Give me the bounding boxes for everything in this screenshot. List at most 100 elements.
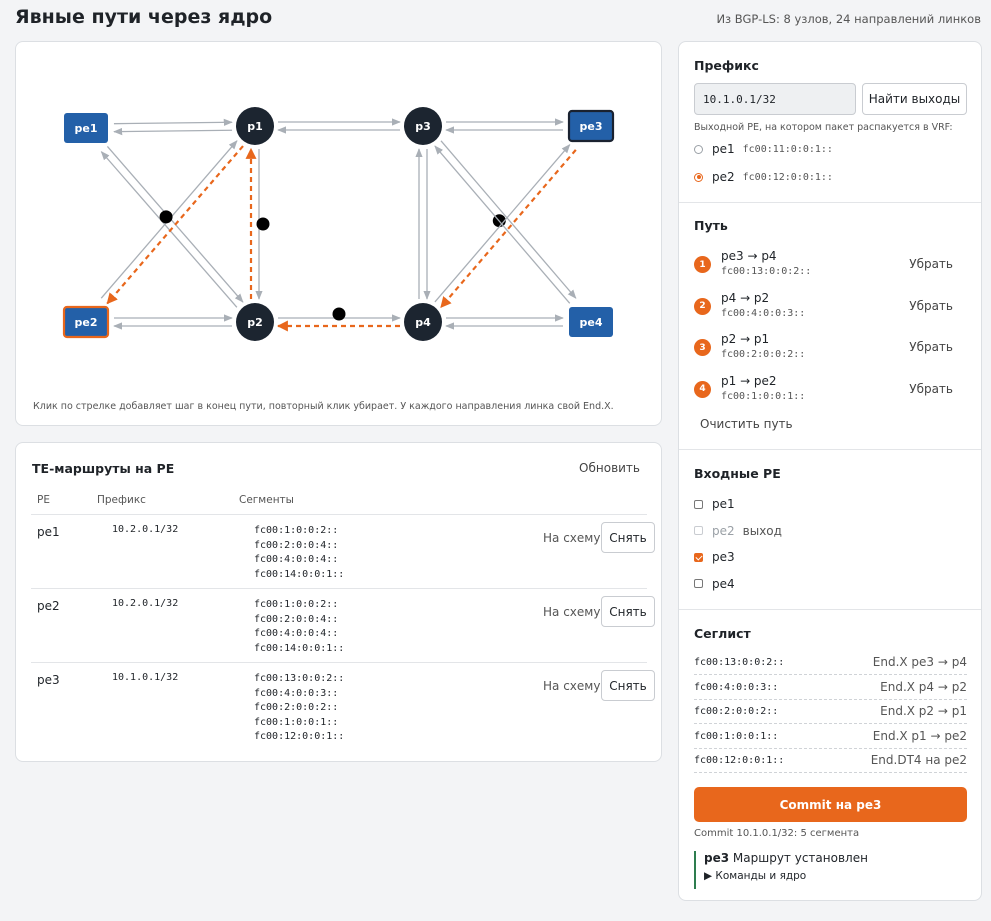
node-pe3[interactable]: pe3	[567, 109, 615, 143]
step-sid: fc00:1:0:0:1::	[721, 390, 806, 402]
exit-option-pe2[interactable]: pe2 fc00:12:0:0:1::	[694, 170, 833, 184]
segment-sid: fc00:14:0:0:1::	[254, 642, 345, 654]
node-label: p2	[247, 316, 263, 329]
to-scheme-link[interactable]: На схему	[543, 605, 600, 619]
route-segments: fc00:1:0:0:2:: fc00:2:0:0:4:: fc00:4:0:0:4…	[254, 598, 344, 656]
seglist-sid: fc00:4:0:0:3::	[694, 681, 779, 693]
seglist-sid: fc00:12:0:0:1::	[694, 755, 785, 766]
link-arrow-pe1-p1[interactable]	[113, 118, 233, 127]
commit-summary: Commit 10.1.0.1/32: 5 сегмента	[694, 828, 860, 839]
link-arrow-pe3-p4[interactable]	[440, 149, 577, 308]
step-number-badge: 3	[694, 339, 711, 356]
seglist-desc: End.X p1 → pe2	[872, 728, 967, 743]
route-segments: fc00:1:0:0:2:: fc00:2:0:0:4:: fc00:4:0:0:4…	[254, 524, 344, 582]
link-arrow-p1-pe1[interactable]	[113, 127, 233, 136]
status-node: pe3	[704, 851, 730, 865]
te-routes-card: TE-маршруты на PE Обновить PE Префикс Се…	[15, 442, 662, 762]
step-number-badge: 4	[694, 380, 711, 398]
details-label: Команды и ядро	[715, 870, 807, 882]
remove-route-button[interactable]: Снять	[601, 522, 655, 553]
remove-step-link[interactable]: Убрать	[909, 382, 953, 396]
segment-sid: fc00:4:0:0:4::	[254, 554, 339, 565]
to-scheme-link[interactable]: На схему	[543, 531, 600, 545]
node-p2[interactable]: p2	[236, 303, 274, 341]
ingress-option-pe4[interactable]: pe4	[694, 577, 735, 591]
routes-title: TE-маршруты на PE	[32, 461, 175, 476]
segment-sid: fc00:4:0:0:4::	[254, 628, 339, 639]
step-marker-p4-p2	[332, 307, 346, 321]
route-row: pe1 10.2.0.1/32 fc00:1:0:0:2:: fc00:2:0:0:4…	[31, 514, 655, 588]
remove-step-link[interactable]: Убрать	[909, 257, 953, 271]
refresh-link[interactable]: Обновить	[579, 461, 640, 475]
status-text: Маршрут установлен	[732, 851, 868, 865]
seglist-desc: End.X p2 → p1	[880, 704, 967, 718]
segment-sid: fc00:1:0:0:2::	[254, 599, 339, 610]
step-hop: p1 → pe2	[721, 373, 777, 388]
ingress-name: pe3	[712, 550, 735, 564]
step-number-badge: 1	[694, 256, 711, 273]
segment-sid: fc00:13:0:0:2::	[254, 673, 345, 684]
node-pe4[interactable]: pe4	[569, 307, 613, 337]
ingress-option-pe3[interactable]: pe3	[694, 550, 735, 564]
seglist-desc: End.DT4 на pe2	[870, 753, 967, 767]
segment-sid: fc00:12:0:0:1::	[254, 731, 345, 742]
radio-button[interactable]	[694, 172, 703, 182]
node-p4[interactable]: p4	[404, 303, 442, 341]
status-box: pe3 Маршрут установлен ▶ Команды и ядро	[694, 851, 967, 889]
path-step: 2 p4 → p2 fc00:4:0:0:3:: Убрать	[694, 291, 968, 327]
remove-route-button[interactable]: Снять	[601, 670, 655, 701]
ingress-title: Входные PE	[694, 466, 781, 481]
segment-sid: fc00:2:0:0:4::	[254, 539, 339, 551]
details-toggle[interactable]: ▶ Команды и ядро	[704, 870, 967, 882]
node-pe2[interactable]: pe2	[62, 305, 110, 339]
route-prefix: 10.2.0.1/32	[112, 524, 179, 535]
node-p3[interactable]: p3	[404, 107, 442, 145]
step-sid: fc00:13:0:0:2::	[721, 266, 812, 277]
remove-step-link[interactable]: Убрать	[909, 340, 953, 354]
step-sid: fc00:2:0:0:2::	[721, 349, 806, 360]
segment-sid: fc00:4:0:0:3::	[254, 687, 339, 699]
step-hop: pe3 → p4	[721, 249, 777, 263]
clear-path-link[interactable]: Очистить путь	[700, 417, 793, 431]
seglist-desc: End.X p4 → p2	[880, 679, 967, 694]
ingress-name: pe4	[712, 576, 735, 591]
segment-sid: fc00:2:0:0:4::	[254, 613, 339, 625]
exit-name: pe2	[712, 170, 735, 184]
topology-graph[interactable]: pe1 p1 p3 pe3 pe2 p2 p4 pe4	[16, 42, 661, 397]
seglist-sid: fc00:13:0:0:2::	[694, 657, 785, 668]
node-label: pe1	[75, 122, 98, 135]
remove-route-button[interactable]: Снять	[601, 596, 655, 627]
exit-option-pe1[interactable]: pe1 fc00:11:0:0:1::	[694, 142, 833, 156]
step-hop: p2 → p1	[721, 332, 770, 346]
path-step: 1 pe3 → p4fc00:13:0:0:2:: Убрать	[694, 249, 968, 285]
seglist-row: fc00:13:0:0:2:: End.X pe3 → p4	[694, 651, 967, 675]
node-label: p1	[247, 120, 263, 133]
exit-hint: Выходной PE, на котором пакет распакуетс…	[694, 122, 953, 133]
segment-sid: fc00:1:0:0:2::	[254, 525, 339, 536]
to-scheme-link[interactable]: На схему	[543, 679, 600, 693]
link-arrow-pe4-p3[interactable]	[434, 145, 571, 304]
prefix-input[interactable]	[694, 83, 856, 115]
step-marker-p2-p1	[256, 217, 270, 231]
node-pe1[interactable]: pe1	[64, 113, 108, 143]
checkbox[interactable]	[694, 552, 703, 562]
ingress-option-pe1[interactable]: pe1	[694, 497, 735, 511]
topology-card: pe1 p1 p3 pe3 pe2 p2 p4 pe4 Клик по стрелке доб…	[15, 41, 662, 426]
step-hop: p4 → p2	[721, 290, 770, 305]
link-arrow-p3-pe4[interactable]	[440, 140, 577, 299]
node-label: p4	[415, 316, 431, 329]
node-p1[interactable]: p1	[236, 107, 274, 145]
path-step: 4 p1 → pe2fc00:1:0:0:1:: Убрать	[694, 374, 968, 410]
triangle-right-icon: ▶	[704, 870, 713, 882]
remove-step-link[interactable]: Убрать	[909, 299, 953, 313]
checkbox[interactable]	[694, 579, 703, 588]
checkbox[interactable]	[694, 499, 703, 509]
find-exits-button[interactable]: Найти выходы	[862, 83, 967, 115]
route-pe: pe1	[37, 525, 60, 539]
link-arrow-p4-pe3[interactable]	[434, 143, 571, 303]
checkbox	[694, 526, 703, 535]
column-header-pe: PE	[37, 494, 50, 506]
radio-button[interactable]	[694, 144, 703, 154]
commit-button[interactable]: Commit на pe3	[694, 787, 967, 822]
node-label: pe2	[75, 316, 98, 329]
